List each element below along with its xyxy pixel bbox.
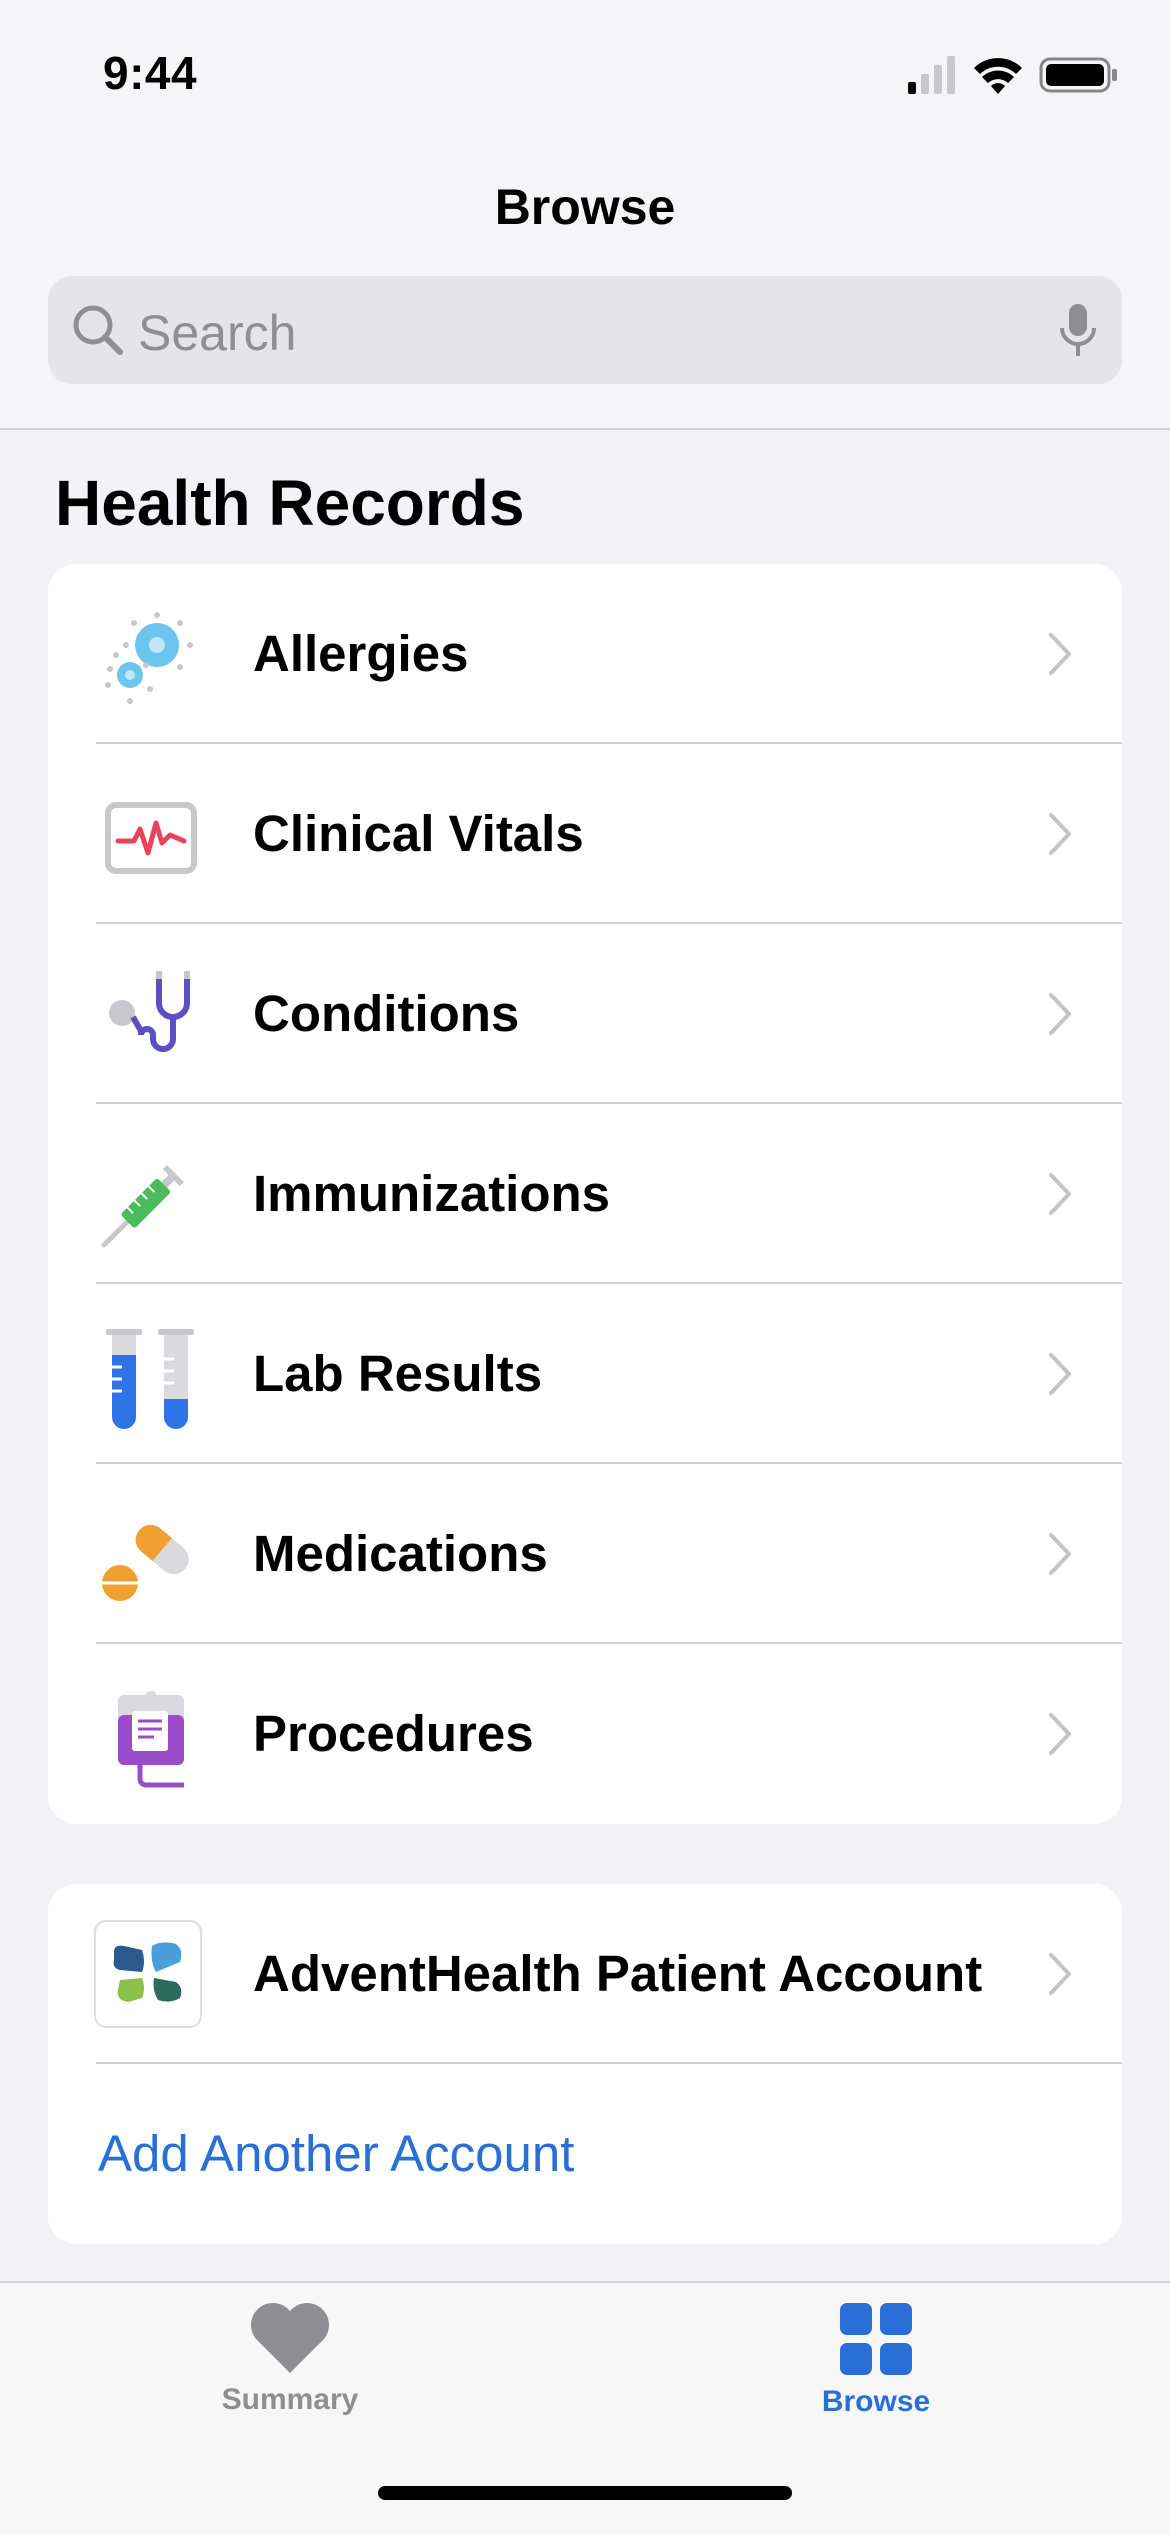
list-item-label: Clinical Vitals (253, 805, 584, 862)
add-account-row[interactable]: Add Another Account (48, 2064, 1122, 2244)
adventhealth-logo (94, 1920, 202, 2028)
home-indicator[interactable] (378, 2486, 792, 2500)
clinical-vitals-icon (105, 802, 197, 874)
chevron-right-icon (1049, 633, 1071, 675)
list-item-conditions[interactable]: Conditions (48, 924, 1122, 1104)
health-records-list: Allergies Clinical Vitals Conditions Imm… (48, 564, 1122, 1824)
search-input[interactable]: Search (48, 276, 1122, 384)
list-item-label: Procedures (253, 1705, 534, 1762)
tab-summary[interactable]: Summary (140, 2301, 440, 2417)
account-row-adventhealth[interactable]: AdventHealth Patient Account (48, 1884, 1122, 2064)
list-item-label: Immunizations (253, 1165, 611, 1222)
top-area: 9:44 Browse Search (0, 0, 1170, 430)
tab-label: Summary (221, 2383, 359, 2416)
accounts-card: AdventHealth Patient Account Add Another… (48, 1884, 1122, 2244)
list-item-medications[interactable]: Medications (48, 1464, 1122, 1644)
adventhealth-logo-icon (113, 1942, 182, 2002)
battery-icon (1039, 57, 1117, 93)
microphone-icon[interactable] (1058, 302, 1098, 360)
page-title: Browse (494, 179, 676, 235)
chevron-right-icon (1049, 1173, 1071, 1215)
status-time: 9:44 (103, 47, 198, 99)
list-item-allergies[interactable]: Allergies (48, 564, 1122, 744)
list-item-label: Allergies (253, 625, 469, 682)
list-item-clinical-vitals[interactable]: Clinical Vitals (48, 744, 1122, 924)
tab-browse[interactable]: Browse (726, 2301, 1026, 2419)
chevron-right-icon (1049, 1533, 1071, 1575)
add-another-account-link[interactable]: Add Another Account (98, 2064, 574, 2244)
stethoscope-icon (109, 971, 190, 1052)
chevron-right-icon (1049, 1713, 1071, 1755)
status-icons (908, 56, 1117, 94)
list-item-procedures[interactable]: Procedures (48, 1644, 1122, 1824)
pills-icon (102, 1524, 189, 1601)
list-item-label: Conditions (253, 985, 520, 1042)
test-tubes-icon (106, 1329, 194, 1429)
heart-icon (250, 2302, 330, 2373)
search-placeholder: Search (138, 305, 297, 361)
iv-bag-icon (118, 1691, 184, 1788)
grid-icon (840, 2303, 912, 2375)
tab-label: Browse (821, 2385, 931, 2418)
chevron-right-icon (1049, 993, 1071, 1035)
list-item-label: Lab Results (253, 1345, 543, 1402)
signal-icon (908, 56, 955, 94)
allergies-icon (105, 612, 193, 704)
chevron-right-icon (1049, 1953, 1071, 1995)
list-item-immunizations[interactable]: Immunizations (48, 1104, 1122, 1284)
wifi-icon (974, 58, 1022, 94)
chevron-right-icon (1049, 813, 1071, 855)
list-item-label: Medications (253, 1525, 548, 1582)
section-title-health-records: Health Records (55, 467, 525, 539)
syringe-icon (101, 1165, 184, 1248)
chevron-right-icon (1049, 1353, 1071, 1395)
search-icon (73, 305, 123, 355)
account-name: AdventHealth Patient Account (253, 1945, 983, 2002)
list-item-lab-results[interactable]: Lab Results (48, 1284, 1122, 1464)
